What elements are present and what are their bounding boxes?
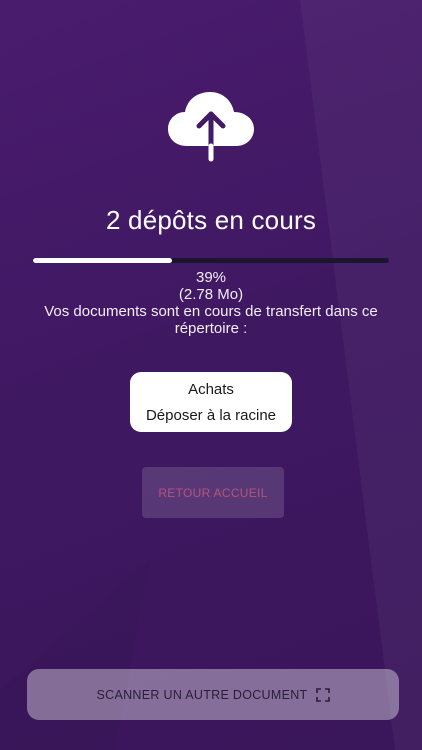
destination-folder-card[interactable]: Achats Déposer à la racine [130, 372, 292, 432]
scan-frame-icon [315, 687, 330, 702]
upload-progress-fill [33, 258, 172, 263]
upload-title: 2 dépôts en cours [105, 205, 317, 235]
scan-button-label: SCANNER UN AUTRE DOCUMENT [96, 687, 308, 702]
scan-another-button[interactable]: SCANNER UN AUTRE DOCUMENT [27, 669, 399, 720]
folder-name: Achats [188, 381, 234, 398]
upload-progress-bar [33, 258, 389, 263]
cloud-upload-icon [168, 92, 254, 162]
upload-size-text: (2.78 Mo) [178, 286, 244, 303]
upload-message: Vos documents sont en cours de transfert… [44, 303, 378, 337]
progress-percent-text: 39% [195, 269, 227, 286]
home-button[interactable]: RETOUR ACCUEIL [142, 467, 284, 518]
folder-action: Déposer à la racine [145, 407, 277, 424]
upload-info: 39% (2.78 Mo) Vos documents sont en cour… [20, 269, 402, 337]
